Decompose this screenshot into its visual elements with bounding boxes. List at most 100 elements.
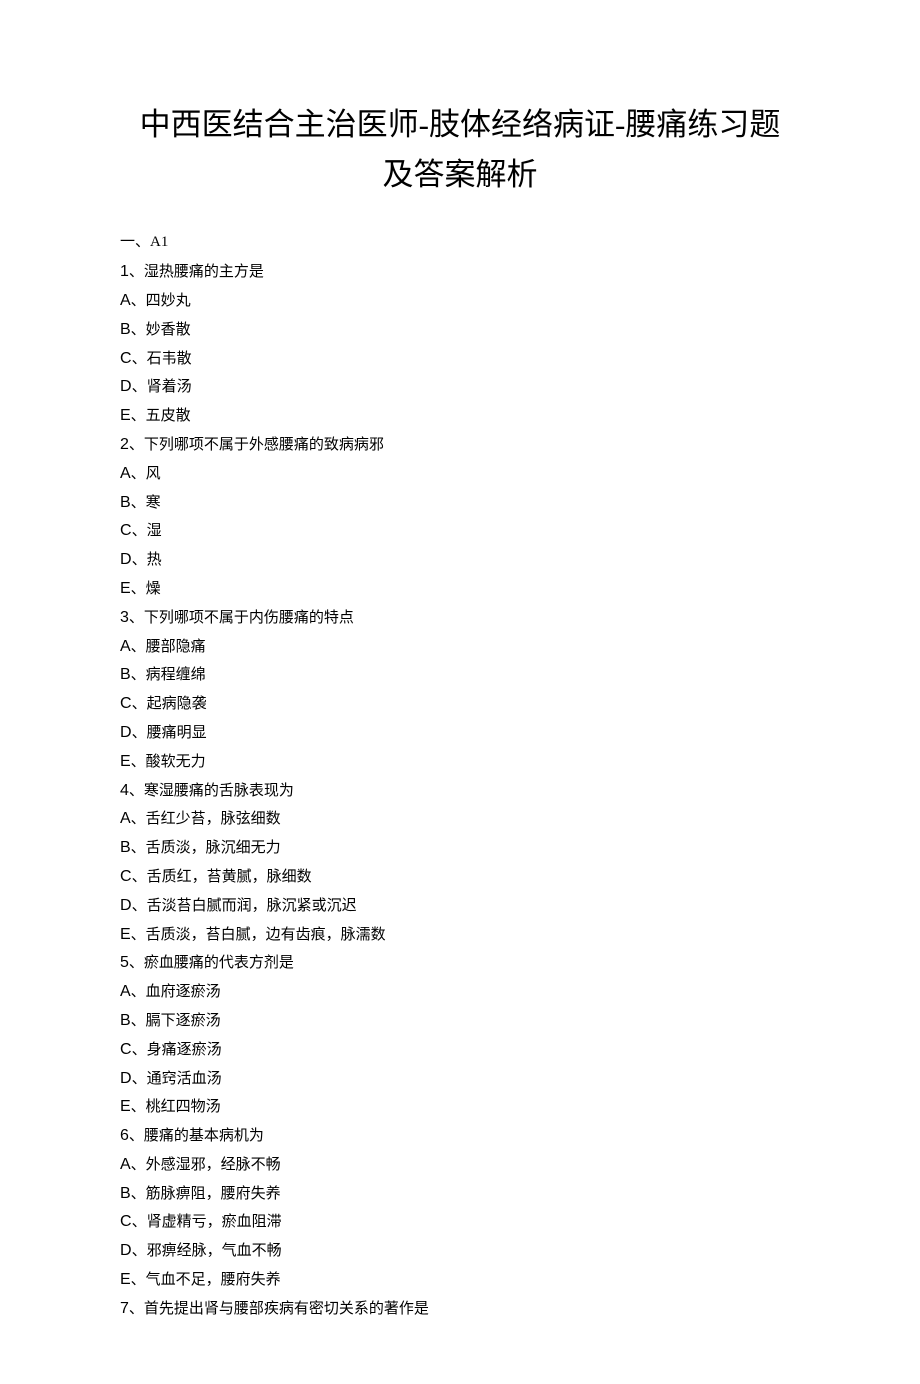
question-text: 、腰痛的基本病机为 (129, 1128, 264, 1144)
option-text: 、燥 (131, 581, 161, 597)
option-letter: C (120, 1213, 132, 1230)
option-text: 、酸软无力 (131, 754, 206, 770)
option-letter: C (120, 522, 132, 539)
option-text: 、腰部隐痛 (131, 639, 206, 655)
question-number: 1 (120, 263, 129, 280)
option-letter: D (120, 897, 132, 914)
question-text: 、下列哪项不属于外感腰痛的致病病邪 (129, 437, 384, 453)
question-number: 5 (120, 954, 129, 971)
option-letter: C (120, 1041, 132, 1058)
answer-option: D、肾着汤 (120, 373, 800, 402)
answer-option: A、四妙丸 (120, 287, 800, 316)
answer-option: B、病程缠绵 (120, 661, 800, 690)
option-letter: E (120, 753, 131, 770)
question-stem: 3、下列哪项不属于内伤腰痛的特点 (120, 604, 800, 633)
question-text: 、寒湿腰痛的舌脉表现为 (129, 783, 294, 799)
question-number: 4 (120, 782, 129, 799)
option-text: 、肾着汤 (132, 379, 192, 395)
question-stem: 1、湿热腰痛的主方是 (120, 258, 800, 287)
answer-option: C、身痛逐瘀汤 (120, 1036, 800, 1065)
option-text: 、腰痛明显 (132, 725, 207, 741)
option-letter: D (120, 1242, 132, 1259)
option-text: 、热 (132, 552, 162, 568)
option-letter: A (120, 1156, 131, 1173)
question-text: 、瘀血腰痛的代表方剂是 (129, 955, 294, 971)
answer-option: A、腰部隐痛 (120, 633, 800, 662)
answer-option: E、酸软无力 (120, 748, 800, 777)
option-letter: B (120, 666, 131, 683)
option-text: 、舌红少苔，脉弦细数 (131, 811, 281, 827)
option-text: 、邪痹经脉，气血不畅 (132, 1243, 282, 1259)
answer-option: E、桃红四物汤 (120, 1093, 800, 1122)
question-stem: 2、下列哪项不属于外感腰痛的致病病邪 (120, 431, 800, 460)
answer-option: A、外感湿邪，经脉不畅 (120, 1151, 800, 1180)
answer-option: E、五皮散 (120, 402, 800, 431)
option-text: 、风 (131, 466, 161, 482)
option-text: 、病程缠绵 (131, 667, 206, 683)
option-letter: C (120, 868, 132, 885)
answer-option: B、妙香散 (120, 316, 800, 345)
option-text: 、舌质淡，脉沉细无力 (131, 840, 281, 856)
option-letter: B (120, 321, 131, 338)
option-letter: D (120, 724, 132, 741)
answer-option: D、腰痛明显 (120, 719, 800, 748)
option-letter: C (120, 350, 132, 367)
question-stem: 7、首先提出肾与腰部疾病有密切关系的著作是 (120, 1295, 800, 1324)
answer-option: D、热 (120, 546, 800, 575)
option-text: 、寒 (131, 495, 161, 511)
question-text: 、下列哪项不属于内伤腰痛的特点 (129, 610, 354, 626)
option-letter: E (120, 926, 131, 943)
document-page: 中西医结合主治医师-肢体经络病证-腰痛练习题 及答案解析 一、A1 1、湿热腰痛… (0, 0, 920, 1384)
option-letter: D (120, 551, 132, 568)
option-letter: B (120, 494, 131, 511)
option-letter: E (120, 407, 131, 424)
answer-option: A、血府逐瘀汤 (120, 978, 800, 1007)
option-letter: D (120, 1070, 132, 1087)
question-number: 3 (120, 609, 129, 626)
option-text: 、舌质红，苔黄腻，脉细数 (132, 869, 312, 885)
option-letter: A (120, 983, 131, 1000)
option-text: 、舌质淡，苔白腻，边有齿痕，脉濡数 (131, 927, 386, 943)
question-stem: 5、瘀血腰痛的代表方剂是 (120, 949, 800, 978)
answer-option: A、风 (120, 460, 800, 489)
answer-option: C、起病隐袭 (120, 690, 800, 719)
answer-option: C、肾虚精亏，瘀血阻滞 (120, 1208, 800, 1237)
option-letter: A (120, 810, 131, 827)
option-text: 、通窍活血汤 (132, 1071, 222, 1087)
answer-option: D、通窍活血汤 (120, 1065, 800, 1094)
option-text: 、四妙丸 (131, 293, 191, 309)
answer-option: E、舌质淡，苔白腻，边有齿痕，脉濡数 (120, 921, 800, 950)
option-letter: E (120, 1271, 131, 1288)
question-text: 、湿热腰痛的主方是 (129, 264, 264, 280)
section-label: 一、A1 (120, 229, 800, 256)
option-text: 、血府逐瘀汤 (131, 984, 221, 1000)
document-title: 中西医结合主治医师-肢体经络病证-腰痛练习题 及答案解析 (120, 100, 800, 199)
option-text: 、筋脉痹阻，腰府失养 (131, 1186, 281, 1202)
option-text: 、起病隐袭 (132, 696, 207, 712)
option-letter: C (120, 695, 132, 712)
option-text: 、桃红四物汤 (131, 1099, 221, 1115)
answer-option: A、舌红少苔，脉弦细数 (120, 805, 800, 834)
option-text: 、膈下逐瘀汤 (131, 1013, 221, 1029)
title-line-2: 及答案解析 (383, 157, 538, 192)
option-text: 、身痛逐瘀汤 (132, 1042, 222, 1058)
option-text: 、五皮散 (131, 408, 191, 424)
question-text: 、首先提出肾与腰部疾病有密切关系的著作是 (129, 1301, 429, 1317)
answer-option: B、寒 (120, 489, 800, 518)
answer-option: E、燥 (120, 575, 800, 604)
option-text: 、舌淡苔白腻而润，脉沉紧或沉迟 (132, 898, 357, 914)
option-text: 、石韦散 (132, 351, 192, 367)
option-letter: A (120, 292, 131, 309)
question-number: 7 (120, 1300, 129, 1317)
title-line-1: 中西医结合主治医师-肢体经络病证-腰痛练习题 (140, 107, 781, 142)
option-text: 、气血不足，腰府失养 (131, 1272, 281, 1288)
option-text: 、外感湿邪，经脉不畅 (131, 1157, 281, 1173)
answer-option: D、邪痹经脉，气血不畅 (120, 1237, 800, 1266)
question-stem: 4、寒湿腰痛的舌脉表现为 (120, 777, 800, 806)
option-letter: B (120, 1185, 131, 1202)
answer-option: B、膈下逐瘀汤 (120, 1007, 800, 1036)
question-number: 6 (120, 1127, 129, 1144)
option-letter: B (120, 1012, 131, 1029)
answer-option: C、湿 (120, 517, 800, 546)
answer-option: C、舌质红，苔黄腻，脉细数 (120, 863, 800, 892)
